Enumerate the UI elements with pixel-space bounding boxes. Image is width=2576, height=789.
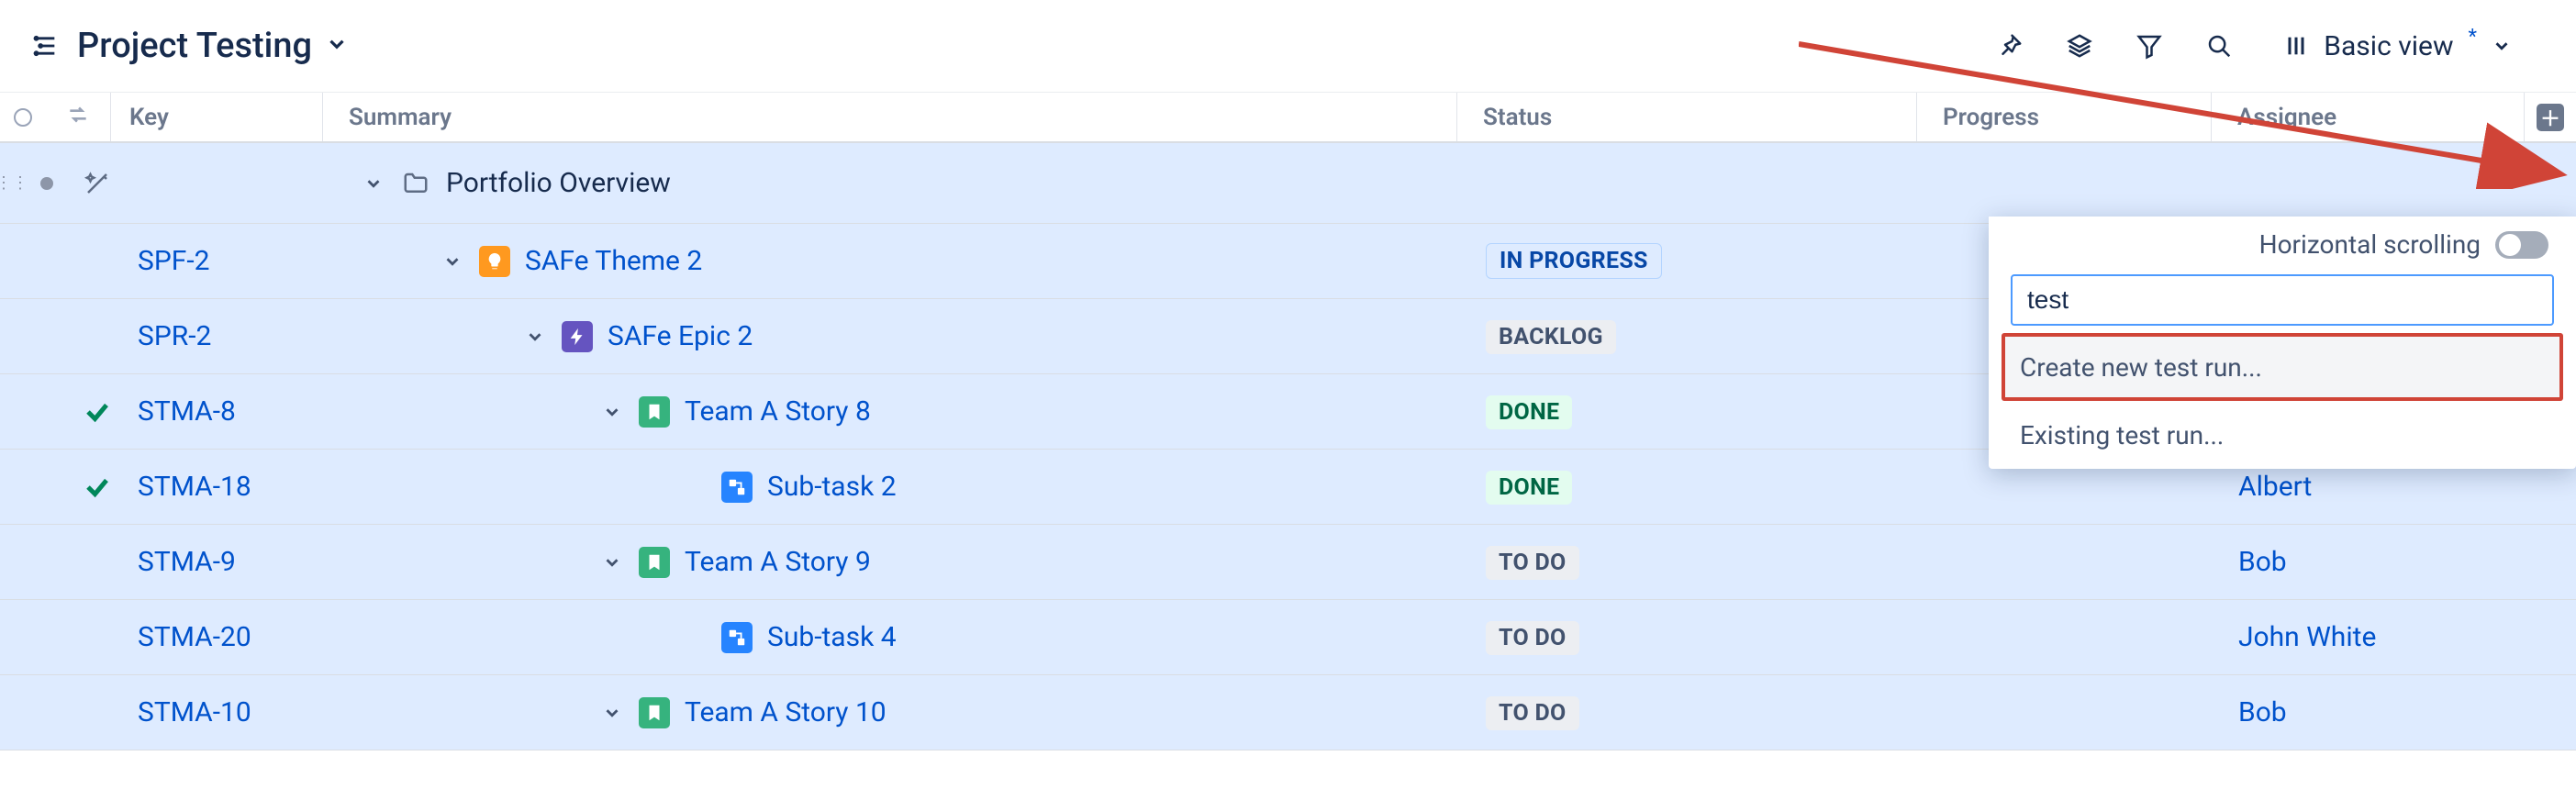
sync-arrows-icon — [66, 103, 90, 131]
filter-icon[interactable] — [2135, 31, 2164, 61]
status-badge[interactable]: TO DO — [1486, 546, 1579, 580]
header-add-column[interactable]: ＋ — [2525, 104, 2576, 131]
expand-toggle[interactable] — [600, 400, 624, 424]
issue-summary[interactable]: Team A Story 10 — [685, 696, 887, 728]
expand-toggle[interactable] — [600, 550, 624, 574]
issue-summary[interactable]: SAFe Epic 2 — [608, 320, 753, 352]
status-badge[interactable]: IN PROGRESS — [1486, 243, 1662, 279]
column-search-input[interactable] — [2011, 274, 2554, 326]
layers-icon[interactable] — [2065, 31, 2094, 61]
structure-icon — [31, 31, 61, 61]
project-dropdown[interactable] — [325, 32, 349, 60]
table-header: Key Summary Status Progress Assignee ＋ — [0, 92, 2576, 143]
issue-key-link[interactable]: STMA-20 — [138, 621, 251, 653]
issue-summary[interactable]: Portfolio Overview — [446, 167, 671, 199]
view-modified-indicator: * — [2469, 26, 2477, 49]
issue-key-link[interactable]: STMA-8 — [138, 395, 236, 428]
assignee-link[interactable]: John White — [2213, 621, 2525, 653]
header-sync-col — [46, 103, 110, 131]
issue-summary[interactable]: Sub-task 2 — [767, 471, 897, 503]
header-key[interactable]: Key — [111, 104, 322, 131]
view-label: Basic view — [2324, 30, 2453, 62]
pin-icon[interactable] — [1995, 31, 2024, 61]
issue-type-icon — [562, 321, 593, 352]
issue-type-icon — [639, 547, 670, 578]
status-badge[interactable]: TO DO — [1486, 621, 1579, 655]
issue-summary[interactable]: SAFe Theme 2 — [525, 245, 702, 277]
table-row[interactable]: ⋮⋮ STMA-10 Team A Story 10 TO DO Bob — [0, 675, 2576, 750]
expand-toggle[interactable] — [440, 250, 464, 273]
project-title: Project Testing — [77, 26, 312, 66]
search-icon[interactable] — [2204, 31, 2234, 61]
add-column-popover: Horizontal scrolling Create new test run… — [1989, 217, 2576, 469]
columns-icon — [2283, 33, 2309, 59]
issue-key-link[interactable]: STMA-18 — [138, 471, 251, 503]
status-badge[interactable]: BACKLOG — [1486, 320, 1616, 354]
status-badge[interactable]: DONE — [1486, 471, 1572, 505]
header-assignee[interactable]: Assignee — [2212, 104, 2524, 131]
header-progress[interactable]: Progress — [1917, 104, 2211, 131]
assignee-link[interactable]: Albert — [2213, 471, 2525, 503]
topbar: Project Testing — [0, 0, 2576, 92]
assignee-link[interactable]: Bob — [2213, 546, 2525, 578]
expand-toggle[interactable] — [600, 701, 624, 725]
assignee-link[interactable]: Bob — [2213, 696, 2525, 728]
header-select-col — [0, 108, 46, 127]
table-row[interactable]: ⋮⋮ Portfolio Overview — [0, 143, 2576, 224]
table-row[interactable]: ⋮⋮ STMA-20 Sub-task 4 TO DO John White — [0, 600, 2576, 675]
issue-type-icon — [639, 697, 670, 728]
popover-option[interactable]: Existing test run... — [1989, 401, 2576, 469]
table-row[interactable]: ⋮⋮ STMA-9 Team A Story 9 TO DO Bob — [0, 525, 2576, 600]
row-done-icon — [70, 398, 125, 426]
wand-icon[interactable] — [82, 168, 113, 199]
row-done-icon — [70, 168, 125, 199]
status-badge[interactable]: TO DO — [1486, 696, 1579, 730]
row-done-icon — [70, 473, 125, 501]
issue-key-link[interactable]: SPR-2 — [138, 320, 211, 352]
drag-handle-icon[interactable]: ⋮⋮ — [0, 173, 24, 193]
issue-type-icon — [639, 396, 670, 428]
issue-key-link[interactable]: SPF-2 — [138, 245, 209, 277]
view-selector[interactable]: Basic view* — [2274, 30, 2512, 62]
horizontal-scroll-toggle[interactable] — [2495, 231, 2548, 259]
issue-key-link[interactable]: STMA-10 — [138, 696, 251, 728]
plus-icon: ＋ — [2537, 104, 2564, 131]
chevron-down-icon — [2492, 36, 2512, 56]
issue-type-icon — [400, 168, 431, 199]
horizontal-scroll-label: Horizontal scrolling — [2259, 229, 2481, 260]
popover-option[interactable]: Create new test run... — [2002, 333, 2563, 401]
issue-type-icon — [721, 472, 753, 503]
expand-toggle[interactable] — [523, 325, 547, 349]
issue-type-icon — [479, 246, 510, 277]
toolbar-actions: Basic view* — [1995, 30, 2512, 62]
issue-key-link[interactable]: STMA-9 — [138, 546, 236, 578]
issue-summary[interactable]: Team A Story 9 — [685, 546, 871, 578]
issue-type-icon — [721, 622, 753, 653]
status-badge[interactable]: DONE — [1486, 395, 1572, 429]
header-status[interactable]: Status — [1457, 104, 1916, 131]
expand-toggle[interactable] — [362, 172, 385, 195]
header-summary[interactable]: Summary — [323, 104, 1456, 131]
issue-summary[interactable]: Team A Story 8 — [685, 395, 871, 428]
circle-icon — [14, 108, 32, 127]
row-dot-icon — [40, 177, 53, 190]
issue-summary[interactable]: Sub-task 4 — [767, 621, 897, 653]
